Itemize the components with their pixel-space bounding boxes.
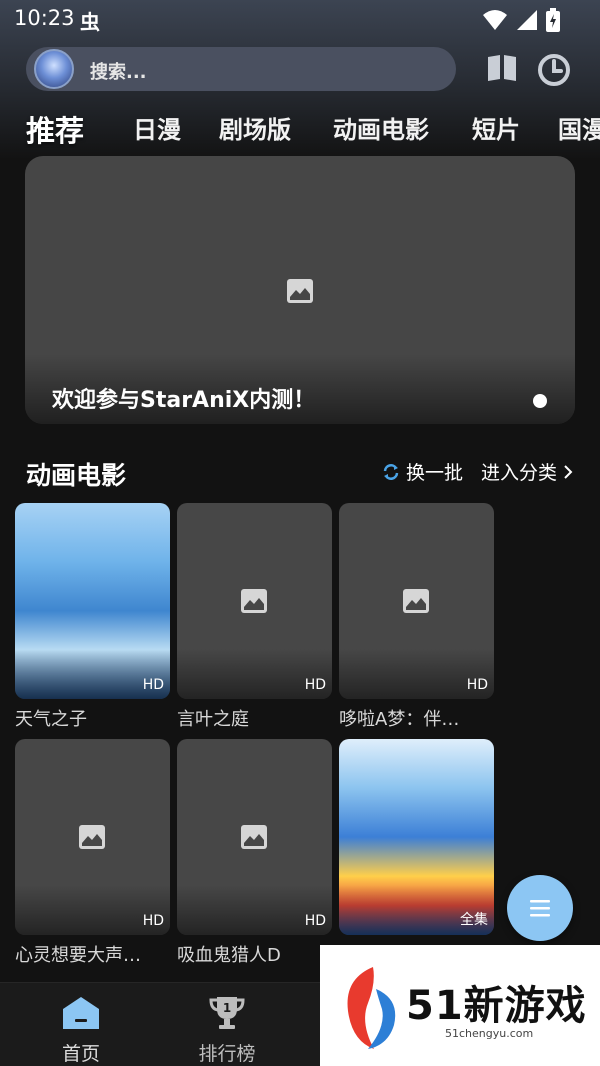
card-title: 心灵想要大声… bbox=[15, 945, 141, 966]
tab-animated-movies[interactable]: 动画电影 bbox=[333, 110, 429, 145]
card-title: 吸血鬼猎人D bbox=[177, 945, 281, 966]
wifi-icon bbox=[483, 10, 507, 30]
tab-chinese-anime[interactable]: 国漫 bbox=[558, 110, 600, 145]
card-title: 哆啦A梦：伴… bbox=[339, 709, 460, 730]
search-input[interactable]: 搜索... bbox=[90, 58, 147, 84]
quality-badge: HD bbox=[466, 677, 488, 693]
menu-icon bbox=[530, 900, 550, 917]
movie-card[interactable]: HD 天气之子 bbox=[15, 503, 170, 731]
refresh-label: 换一批 bbox=[406, 462, 464, 484]
carousel-indicator bbox=[533, 394, 547, 408]
search-bar[interactable]: 搜索... bbox=[26, 47, 456, 91]
movie-card[interactable]: HD 哆啦A梦：伴… bbox=[339, 503, 494, 731]
battery-icon bbox=[546, 8, 560, 32]
episode-badge: 全集 bbox=[460, 912, 488, 928]
tab-recommend[interactable]: 推荐 bbox=[26, 108, 84, 148]
movie-card[interactable]: HD 吸血鬼猎人D bbox=[177, 739, 332, 967]
nav-home-label: 首页 bbox=[61, 1043, 100, 1065]
poster-image: 全集 bbox=[339, 739, 494, 935]
enter-category-button[interactable]: 进入分类 bbox=[481, 458, 573, 485]
section-title: 动画电影 bbox=[26, 461, 127, 490]
image-placeholder-icon bbox=[241, 589, 267, 613]
watermark-text: 51新游戏 bbox=[406, 983, 587, 1029]
image-placeholder-icon bbox=[241, 825, 267, 849]
featured-banner[interactable]: 欢迎参与StarAniX内测！ bbox=[25, 156, 575, 424]
quality-badge: HD bbox=[304, 677, 326, 693]
watermark: 51新游戏 51chengyu.com bbox=[320, 945, 600, 1066]
card-title: 天气之子 bbox=[15, 709, 87, 730]
status-icons bbox=[482, 8, 560, 32]
enter-category-label: 进入分类 bbox=[481, 462, 558, 484]
quality-badge: HD bbox=[142, 677, 164, 693]
watermark-subtext: 51chengyu.com bbox=[445, 1027, 534, 1040]
trophy-icon: 1 bbox=[209, 997, 245, 1029]
status-time: 10:23 bbox=[14, 6, 75, 30]
trophy-rank-number: 1 bbox=[223, 1001, 231, 1015]
card-title: 言叶之庭 bbox=[177, 709, 249, 730]
refresh-icon bbox=[383, 463, 399, 480]
status-bar: 10:23 虫 bbox=[0, 0, 600, 40]
nav-ranking-label: 排行榜 bbox=[198, 1043, 256, 1065]
refresh-button[interactable]: 换一批 bbox=[382, 458, 463, 485]
image-placeholder-icon bbox=[287, 279, 313, 303]
menu-fab[interactable] bbox=[507, 875, 573, 941]
movie-card[interactable]: 全集 bbox=[339, 739, 494, 941]
chevron-right-icon bbox=[564, 464, 573, 479]
tab-japanese-anime[interactable]: 日漫 bbox=[133, 110, 181, 145]
movie-card[interactable]: HD 言叶之庭 bbox=[177, 503, 332, 731]
nav-ranking[interactable]: 1 排行榜 bbox=[177, 995, 277, 1066]
banner-caption: 欢迎参与StarAniX内测！ bbox=[52, 388, 316, 413]
category-tabs: 推荐 日漫 剧场版 动画电影 短片 国漫 bbox=[0, 104, 600, 148]
nav-home[interactable]: 首页 bbox=[31, 995, 131, 1066]
book-icon[interactable] bbox=[486, 54, 518, 82]
signal-icon bbox=[517, 10, 537, 30]
history-icon[interactable] bbox=[536, 52, 572, 88]
poster-image: HD bbox=[15, 503, 170, 699]
movie-card[interactable]: HD 心灵想要大声… bbox=[15, 739, 170, 967]
watermark-logo bbox=[347, 967, 396, 1049]
poster-placeholder: HD bbox=[177, 739, 332, 935]
home-icon bbox=[63, 997, 99, 1029]
tab-shorts[interactable]: 短片 bbox=[472, 110, 520, 145]
tab-theatrical[interactable]: 剧场版 bbox=[219, 110, 291, 145]
bug-notification-icon: 虫 bbox=[80, 10, 100, 34]
image-placeholder-icon bbox=[403, 589, 429, 613]
avatar[interactable] bbox=[34, 49, 74, 89]
image-placeholder-icon bbox=[79, 825, 105, 849]
poster-placeholder: HD bbox=[15, 739, 170, 935]
quality-badge: HD bbox=[142, 913, 164, 929]
poster-placeholder: HD bbox=[177, 503, 332, 699]
quality-badge: HD bbox=[304, 913, 326, 929]
poster-placeholder: HD bbox=[339, 503, 494, 699]
